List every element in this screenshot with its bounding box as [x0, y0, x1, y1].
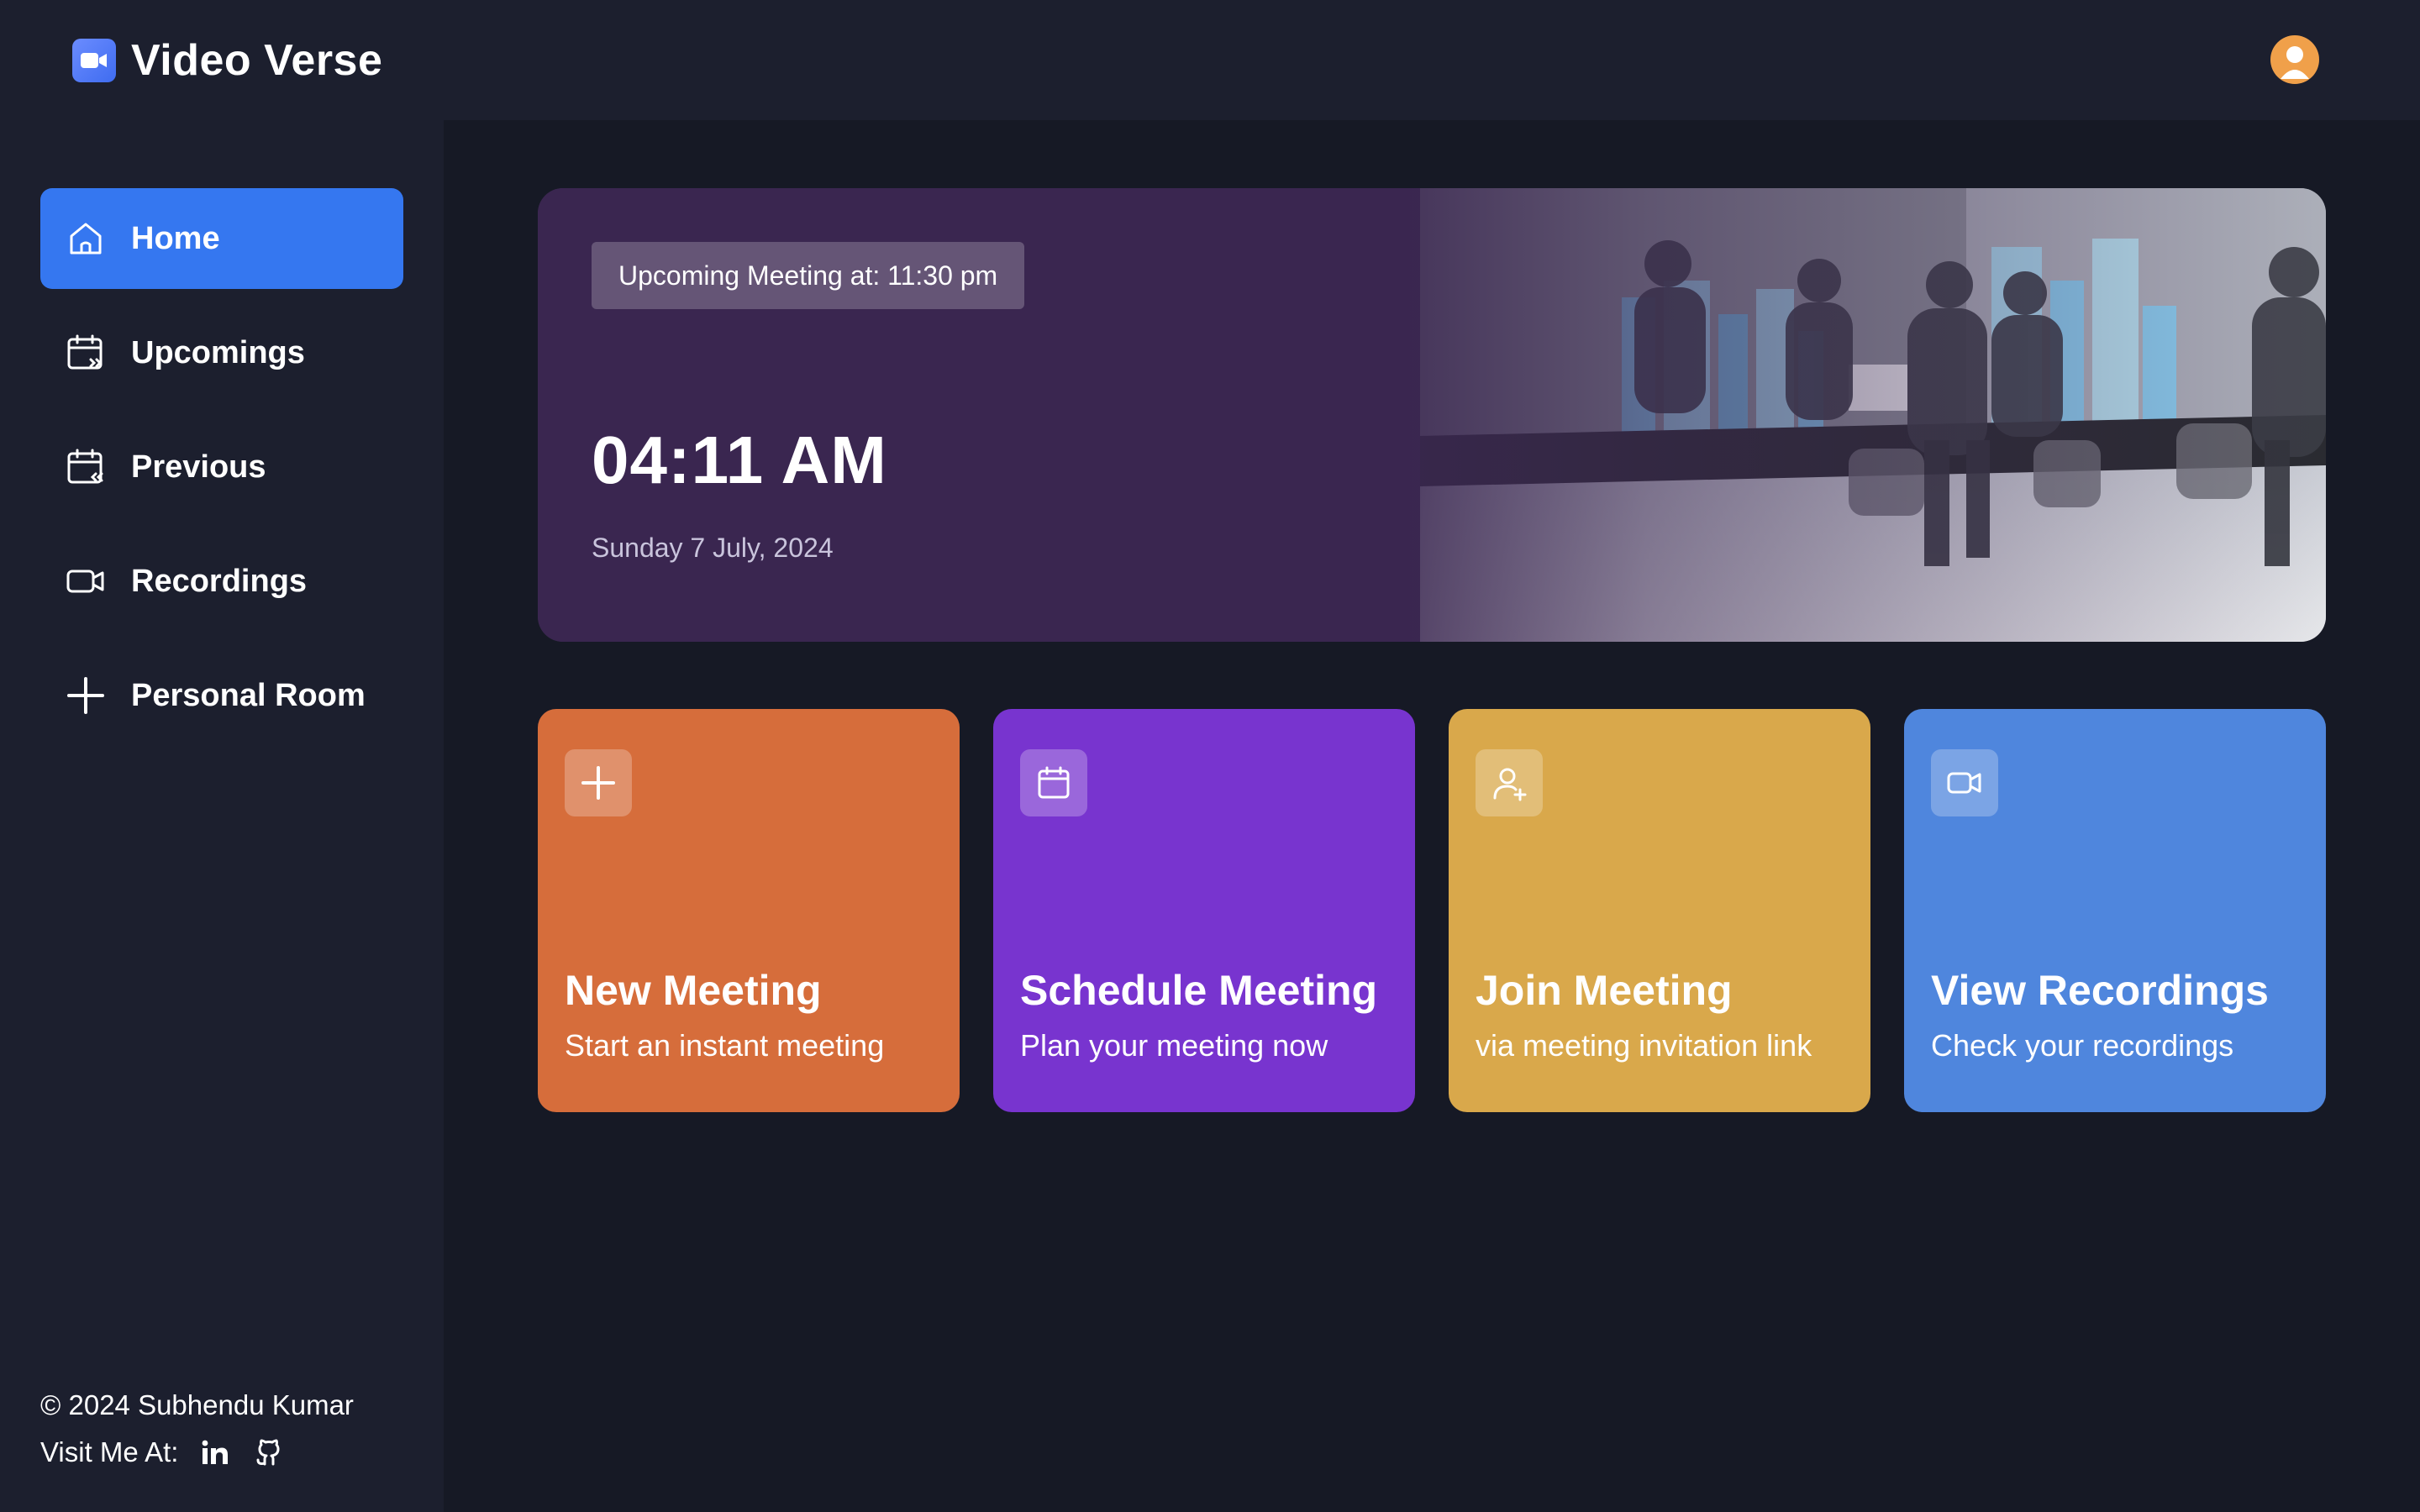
brand-link[interactable]: Video Verse [72, 35, 382, 86]
top-navbar: Video Verse [0, 0, 2420, 120]
card-subtitle: Start an instant meeting [565, 1028, 885, 1063]
video-icon [66, 561, 106, 601]
sidebar-footer: © 2024 Subhendu Kumar Visit Me At: [40, 1382, 354, 1476]
hero-banner: Upcoming Meeting at: 11:30 pm 04:11 AM S… [538, 188, 2326, 642]
linkedin-icon[interactable] [198, 1436, 232, 1469]
join-meeting-card[interactable]: Join Meeting via meeting invitation link [1449, 709, 1870, 1112]
home-icon [66, 218, 106, 259]
github-icon[interactable] [252, 1436, 286, 1469]
card-subtitle: via meeting invitation link [1476, 1028, 1812, 1063]
card-title: Join Meeting [1476, 967, 1733, 1014]
sidebar-item-label: Home [131, 220, 220, 256]
plus-icon [66, 675, 106, 716]
view-recordings-card[interactable]: View Recordings Check your recordings [1904, 709, 2326, 1112]
calendar-icon [1020, 749, 1087, 816]
sidebar-item-previous[interactable]: Previous [40, 417, 403, 517]
sidebar-item-upcomings[interactable]: Upcomings [40, 302, 403, 403]
calendar-back-icon [66, 447, 106, 487]
new-meeting-card[interactable]: New Meeting Start an instant meeting [538, 709, 960, 1112]
user-plus-icon [1476, 749, 1543, 816]
card-title: New Meeting [565, 967, 822, 1014]
card-subtitle: Check your recordings [1931, 1028, 2234, 1063]
app-name: Video Verse [131, 36, 383, 85]
schedule-meeting-card[interactable]: Schedule Meeting Plan your meeting now [993, 709, 1415, 1112]
sidebar-item-recordings[interactable]: Recordings [40, 531, 403, 632]
video-camera-logo-icon [72, 39, 116, 82]
upcoming-meeting-text: Upcoming Meeting at: 11:30 pm [618, 260, 998, 291]
sidebar-item-home[interactable]: Home [40, 188, 403, 289]
current-time: 04:11 AM [592, 423, 887, 497]
sidebar-item-label: Upcomings [131, 334, 305, 370]
card-title: View Recordings [1931, 967, 2269, 1014]
video-icon [1931, 749, 1998, 816]
card-subtitle: Plan your meeting now [1020, 1028, 1328, 1063]
card-title: Schedule Meeting [1020, 967, 1378, 1014]
current-date: Sunday 7 July, 2024 [592, 533, 834, 563]
sidebar-item-personal-room[interactable]: Personal Room [40, 645, 403, 746]
calendar-forward-icon [66, 333, 106, 373]
copyright-text: © 2024 Subhendu Kumar [40, 1389, 354, 1420]
sidebar-item-label: Previous [131, 449, 266, 485]
plus-icon [565, 749, 632, 816]
user-avatar-icon [2281, 46, 2309, 79]
sidebar: Home Upcomings Previous Recordings Perso… [0, 120, 444, 1512]
user-avatar[interactable] [2270, 35, 2319, 84]
sidebar-item-label: Personal Room [131, 677, 366, 713]
sidebar-item-label: Recordings [131, 563, 308, 599]
visit-label: Visit Me At: [40, 1436, 179, 1467]
upcoming-meeting-badge: Upcoming Meeting at: 11:30 pm [592, 242, 1025, 309]
